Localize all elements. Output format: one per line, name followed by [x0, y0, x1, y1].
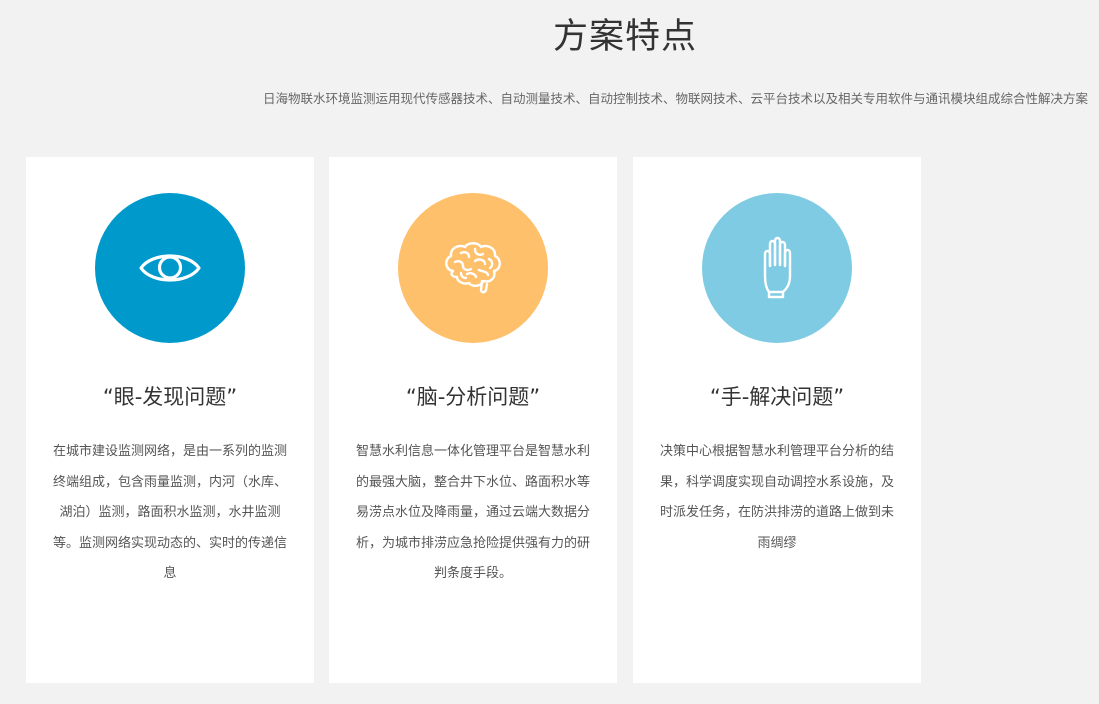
feature-card-brain: “脑-分析问题” 智慧水利信息一体化管理平台是智慧水利的最强大脑，整合井下水位、…: [329, 157, 617, 683]
section-title: 方案特点: [552, 17, 697, 57]
section-subtitle: 日海物联水环境监测运用现代传感器技术、自动测量技术、自动控制技术、物联网技术、云…: [262, 91, 1088, 106]
card-description: 智慧水利信息一体化管理平台是智慧水利的最强大脑，整合井下水位、路面积水等易涝点水…: [355, 444, 590, 581]
card-title: “眼-发现问题”: [102, 385, 238, 409]
brain-icon: [445, 242, 501, 294]
card-title: “脑-分析问题”: [405, 385, 541, 409]
eye-icon-circle: [95, 193, 245, 343]
feature-card-hand: “手-解决问题” 决策中心根据智慧水利管理平台分析的结果，科学调度实现自动调控水…: [633, 157, 921, 683]
card-description: 在城市建设监测网络，是由一系列的监测终端组成，包含雨量监测，内河（水库、湖泊）监…: [52, 444, 287, 581]
feature-card-eye: “眼-发现问题” 在城市建设监测网络，是由一系列的监测终端组成，包含雨量监测，内…: [26, 157, 314, 683]
hand-icon-circle: [702, 193, 852, 343]
hand-icon: [763, 236, 792, 299]
eye-icon: [139, 254, 201, 282]
card-title: “手-解决问题”: [709, 385, 845, 409]
card-description: 决策中心根据智慧水利管理平台分析的结果，科学调度实现自动调控水系设施，及时派发任…: [659, 444, 894, 551]
brain-icon-circle: [398, 193, 548, 343]
